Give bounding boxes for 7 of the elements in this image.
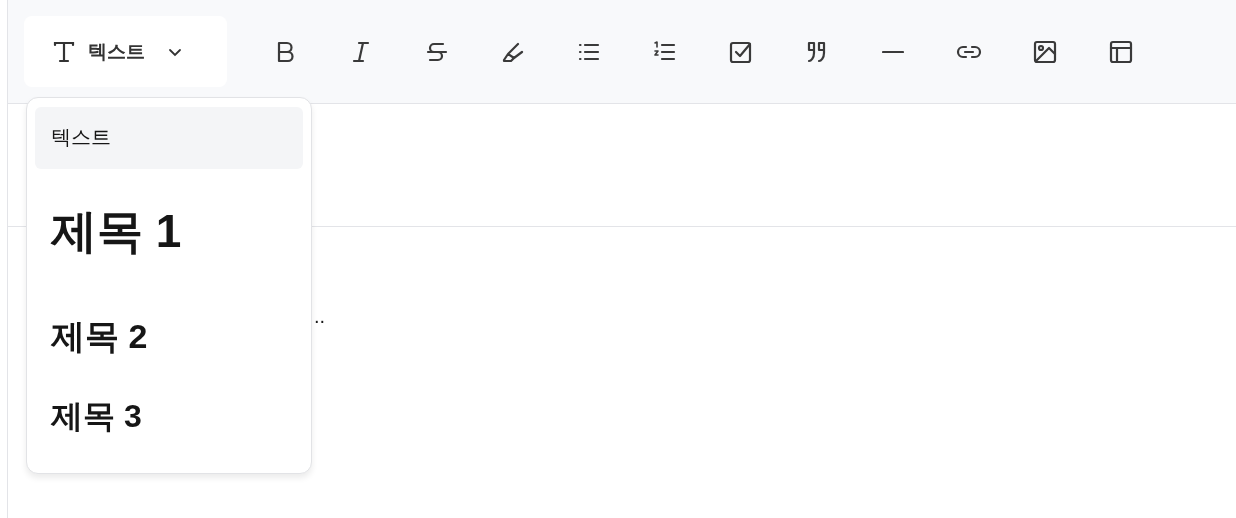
menu-item[interactable]: 제목 2: [35, 294, 303, 381]
block-type-dropdown[interactable]: 텍스트: [24, 16, 227, 87]
menu-item[interactable]: 제목 3: [35, 380, 303, 464]
menu-item[interactable]: 텍스트: [35, 107, 303, 169]
editor-text: ..: [314, 305, 326, 329]
divider-icon: [882, 49, 904, 54]
menu-item[interactable]: 제목 1: [35, 168, 303, 295]
